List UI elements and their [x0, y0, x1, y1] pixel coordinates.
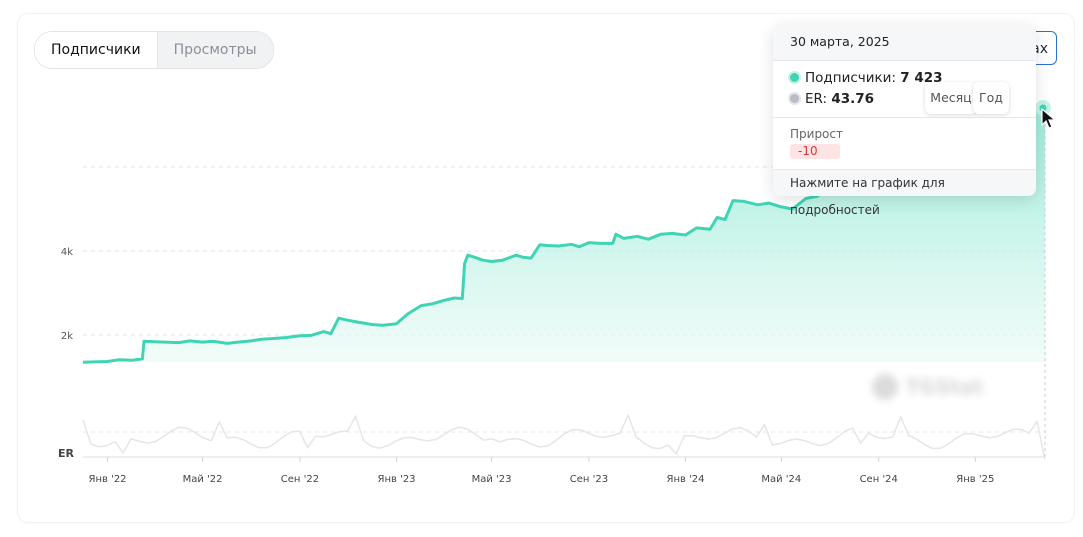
tooltip-growth-label: Прирост: [790, 127, 843, 141]
er-axis-label: ER: [58, 447, 75, 460]
x-tick-label: Янв '22: [89, 474, 127, 485]
x-tick-label: Сен '22: [281, 474, 319, 485]
tooltip-er-row: ER: 43.76: [790, 91, 874, 107]
tooltip-date: 30 марта, 2025: [773, 24, 1036, 61]
watermark-logo: TGStat: [872, 370, 1047, 404]
x-tick-label: Сен '23: [570, 474, 608, 485]
mouse-cursor-icon: [1041, 108, 1057, 129]
tooltip-subscribers-label: Подписчики:: [805, 70, 896, 86]
er-dot-icon: [790, 93, 799, 103]
tooltip-subscribers-row: Подписчики: 7 423: [790, 70, 943, 86]
y-tick-label: 2k: [61, 331, 73, 342]
tooltip-er-value: 43.76: [831, 91, 875, 107]
subscribers-dot-icon: [790, 72, 799, 82]
period-year-button[interactable]: Год: [973, 82, 1009, 114]
tooltip-footer: Нажмите на график для подробностей: [773, 169, 1036, 217]
er-line: [82, 413, 1046, 460]
tooltip-divider: [773, 117, 1036, 118]
y-tick-label: 4k: [61, 247, 73, 258]
watermark-text: TGStat: [906, 375, 984, 399]
x-tick-label: Май '22: [183, 474, 223, 485]
period-month-button[interactable]: Месяц: [925, 82, 977, 114]
tooltip-growth-badge: -10: [790, 144, 840, 159]
x-tick-label: Янв '24: [667, 474, 705, 485]
tooltip-er-label: ER:: [805, 91, 828, 107]
x-tick-label: Янв '25: [956, 474, 994, 485]
x-tick-label: Май '24: [761, 474, 801, 485]
watermark-icon: [872, 374, 898, 400]
x-tick-label: Янв '23: [378, 474, 416, 485]
x-tick-label: Май '23: [472, 474, 512, 485]
x-tick-label: Сен '24: [860, 474, 898, 485]
